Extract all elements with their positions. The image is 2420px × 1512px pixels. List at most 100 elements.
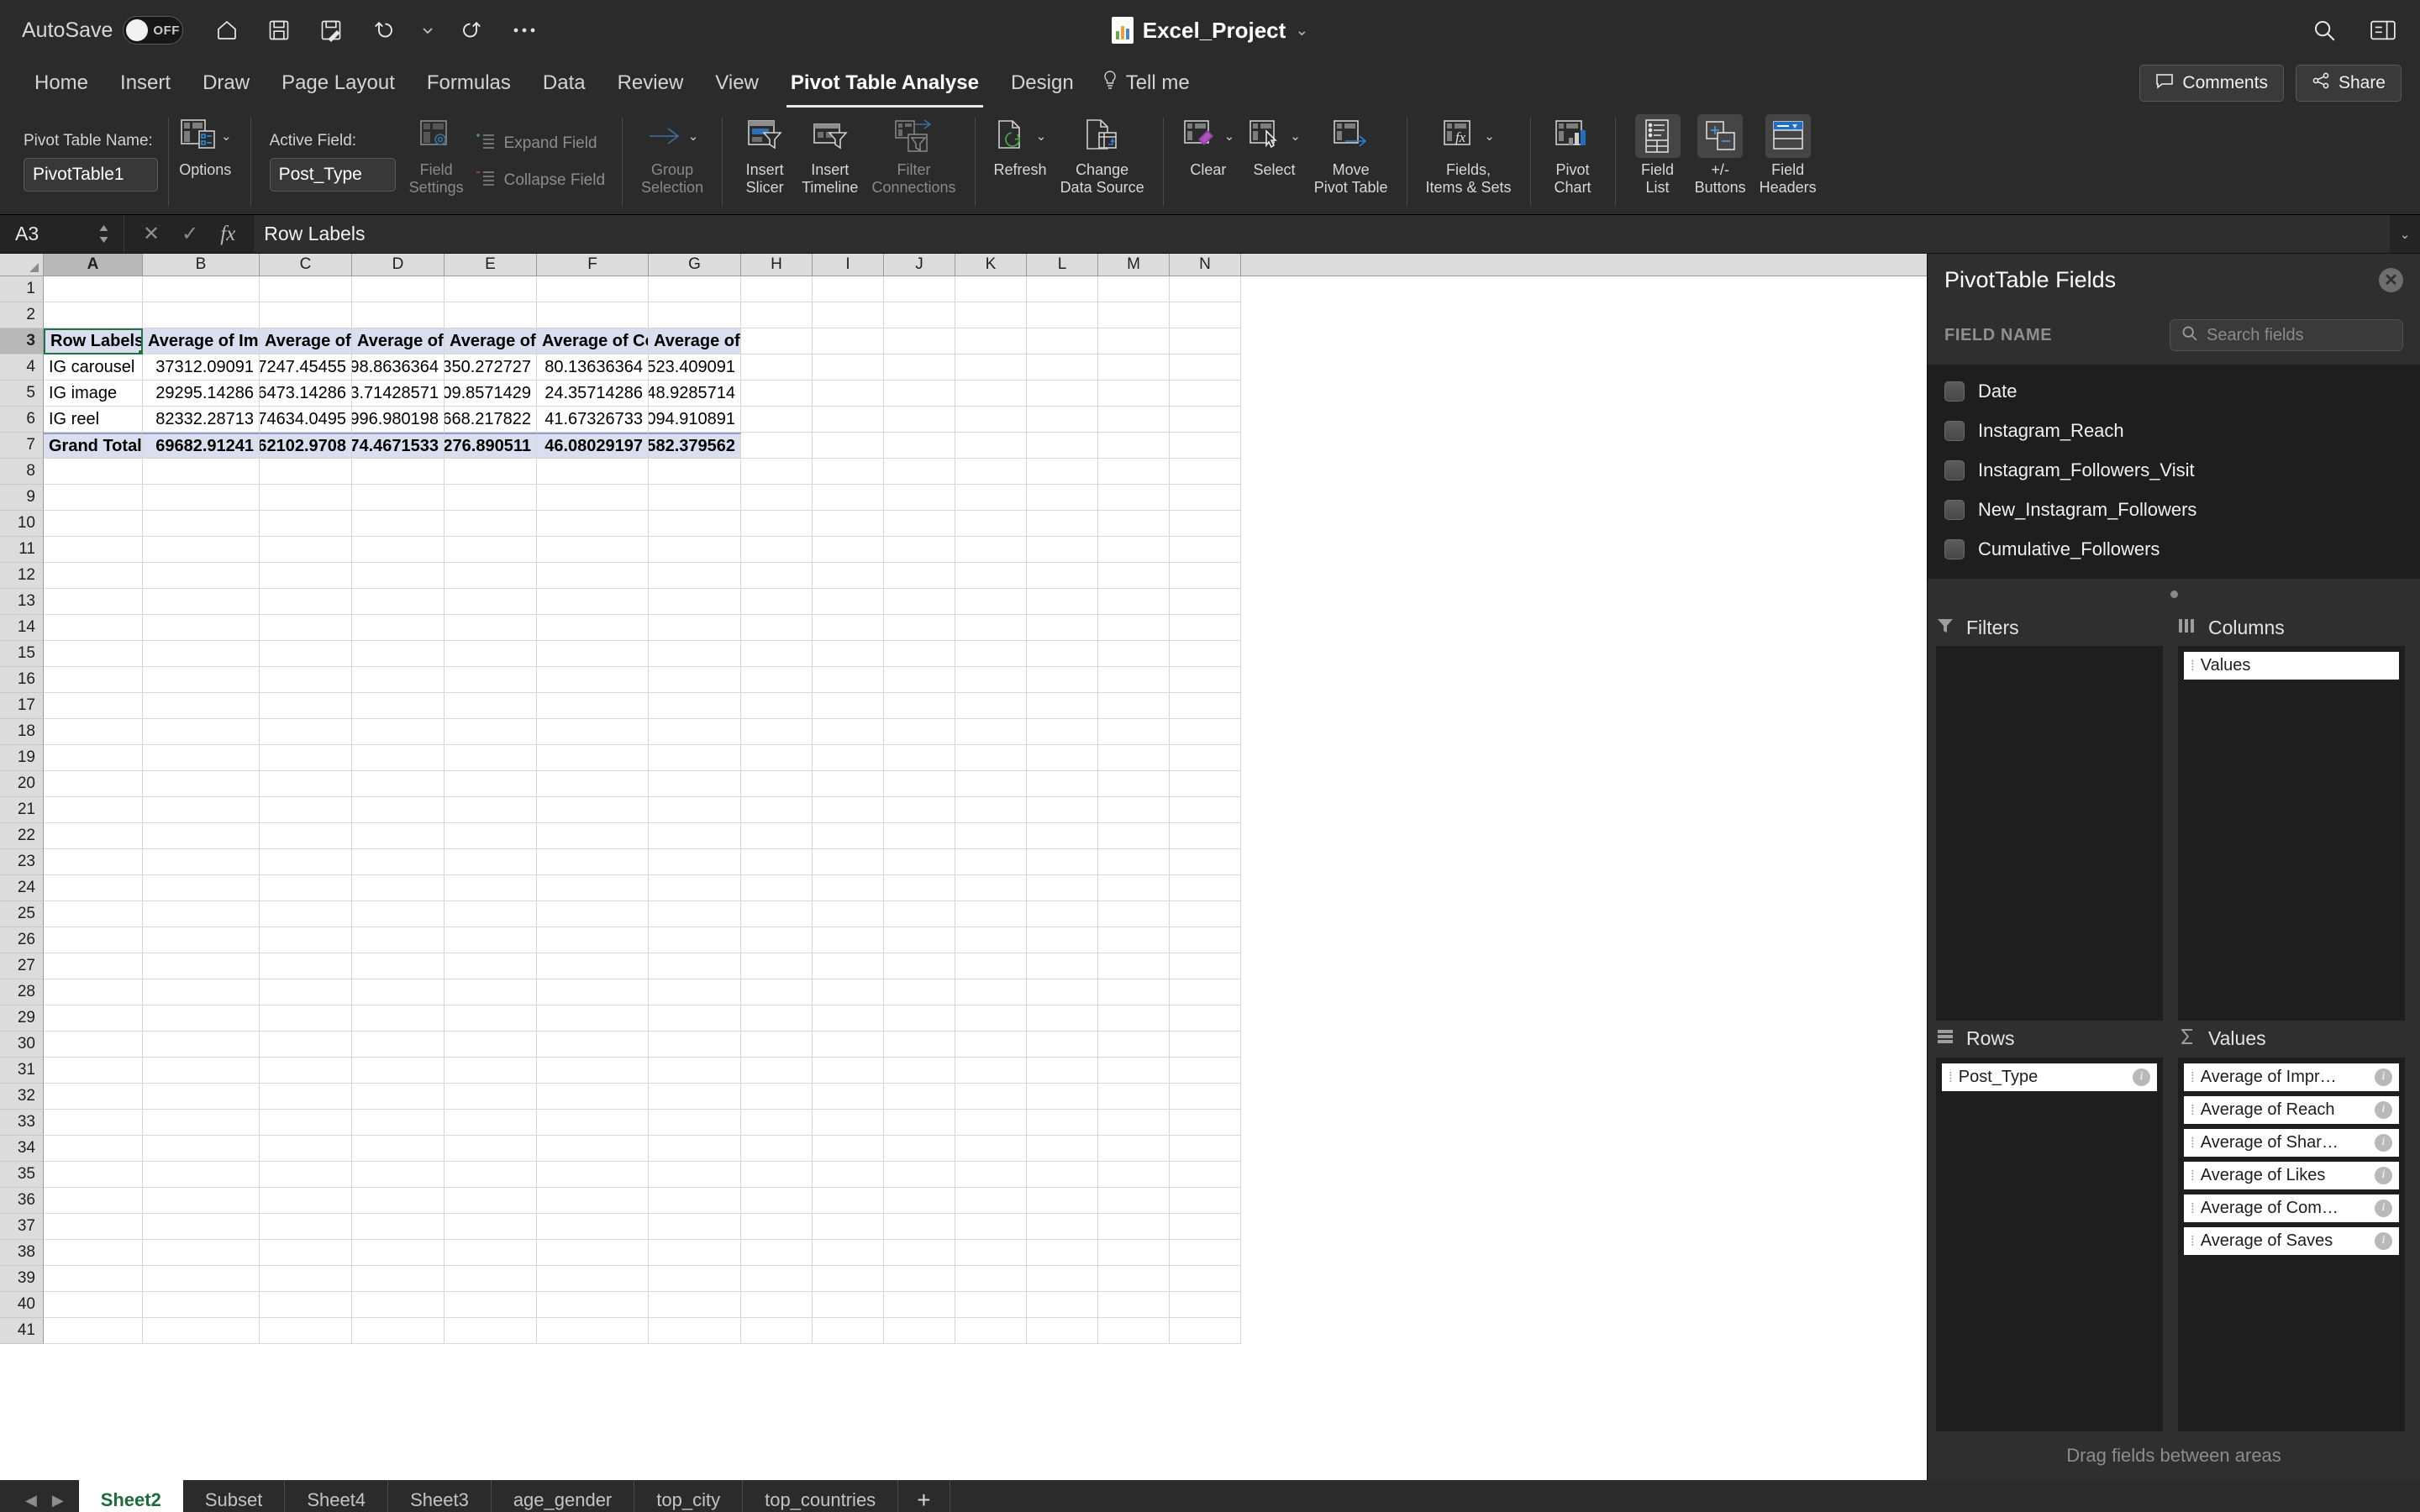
info-icon[interactable]: i [2375, 1133, 2392, 1152]
change-data-source-button[interactable]: Change Data Source [1054, 109, 1151, 214]
cell-G12[interactable] [649, 563, 741, 589]
cell-L31[interactable] [1027, 1058, 1098, 1084]
cell-F14[interactable] [537, 615, 649, 641]
cell-H11[interactable] [741, 537, 813, 563]
cell-N11[interactable] [1170, 537, 1241, 563]
cell-J32[interactable] [884, 1084, 955, 1110]
cell-D37[interactable] [352, 1214, 445, 1240]
cell-K29[interactable] [955, 1005, 1027, 1032]
cell-H30[interactable] [741, 1032, 813, 1058]
cell-J1[interactable] [884, 276, 955, 302]
cell-K11[interactable] [955, 537, 1027, 563]
cell-A13[interactable] [44, 589, 143, 615]
cell-H6[interactable] [741, 407, 813, 433]
cell-I36[interactable] [813, 1188, 884, 1214]
cell-L8[interactable] [1027, 459, 1098, 485]
cell-K33[interactable] [955, 1110, 1027, 1136]
row-header-5[interactable]: 5 [0, 381, 44, 407]
cell-F12[interactable] [537, 563, 649, 589]
cell-N19[interactable] [1170, 745, 1241, 771]
cell-C11[interactable] [260, 537, 352, 563]
cell-L25[interactable] [1027, 901, 1098, 927]
cell-F37[interactable] [537, 1214, 649, 1240]
tab-insert[interactable]: Insert [104, 66, 187, 100]
cell-B22[interactable] [143, 823, 260, 849]
info-icon[interactable]: i [2375, 1068, 2392, 1086]
cell-K1[interactable] [955, 276, 1027, 302]
info-icon[interactable]: i [2375, 1100, 2392, 1119]
cell-I41[interactable] [813, 1318, 884, 1344]
cell-F9[interactable] [537, 485, 649, 511]
cell-L30[interactable] [1027, 1032, 1098, 1058]
cell-C36[interactable] [260, 1188, 352, 1214]
cell-F2[interactable] [537, 302, 649, 328]
cell-L27[interactable] [1027, 953, 1098, 979]
cell-B8[interactable] [143, 459, 260, 485]
cell-F32[interactable] [537, 1084, 649, 1110]
cell-I31[interactable] [813, 1058, 884, 1084]
cell-C35[interactable] [260, 1162, 352, 1188]
row-header-18[interactable]: 18 [0, 719, 44, 745]
cell-L41[interactable] [1027, 1318, 1098, 1344]
cell-D8[interactable] [352, 459, 445, 485]
cell-H4[interactable] [741, 354, 813, 381]
cell-C25[interactable] [260, 901, 352, 927]
cell-L36[interactable] [1027, 1188, 1098, 1214]
cell-C8[interactable] [260, 459, 352, 485]
cell-E35[interactable] [445, 1162, 537, 1188]
cell-E23[interactable] [445, 849, 537, 875]
cell-G27[interactable] [649, 953, 741, 979]
cell-C29[interactable] [260, 1005, 352, 1032]
cell-L15[interactable] [1027, 641, 1098, 667]
cell-N3[interactable] [1170, 328, 1241, 354]
cell-H3[interactable] [741, 328, 813, 354]
checkbox-icon[interactable] [1944, 459, 1965, 480]
cell-F31[interactable] [537, 1058, 649, 1084]
cell-M7[interactable] [1098, 433, 1170, 459]
cell-G25[interactable] [649, 901, 741, 927]
cell-F24[interactable] [537, 875, 649, 901]
cell-E22[interactable] [445, 823, 537, 849]
cell-L20[interactable] [1027, 771, 1098, 797]
cell-H20[interactable] [741, 771, 813, 797]
row-header-35[interactable]: 35 [0, 1162, 44, 1188]
cell-N18[interactable] [1170, 719, 1241, 745]
row-header-21[interactable]: 21 [0, 797, 44, 823]
cell-D30[interactable] [352, 1032, 445, 1058]
cell-C17[interactable] [260, 693, 352, 719]
tab-pivot-table-analyse[interactable]: Pivot Table Analyse [775, 66, 995, 108]
cell-B6[interactable]: 82332.28713 [143, 407, 260, 433]
cell-B29[interactable] [143, 1005, 260, 1032]
field-item-date[interactable]: Date [1928, 371, 2420, 411]
cell-H36[interactable] [741, 1188, 813, 1214]
cell-A4[interactable]: IG carousel [44, 354, 143, 381]
cell-I24[interactable] [813, 875, 884, 901]
cell-B39[interactable] [143, 1266, 260, 1292]
options-button[interactable]: ⌄ Options [172, 109, 239, 214]
cell-M6[interactable] [1098, 407, 1170, 433]
cell-J10[interactable] [884, 511, 955, 537]
cell-A31[interactable] [44, 1058, 143, 1084]
cell-D29[interactable] [352, 1005, 445, 1032]
field-settings-button[interactable]: Field Settings [402, 109, 471, 214]
cell-A6[interactable]: IG reel [44, 407, 143, 433]
row-header-3[interactable]: 3 [0, 328, 44, 354]
sheet-tab-sheet2[interactable]: Sheet2 [78, 1480, 183, 1512]
cell-J12[interactable] [884, 563, 955, 589]
cell-D18[interactable] [352, 719, 445, 745]
cell-M8[interactable] [1098, 459, 1170, 485]
cell-J14[interactable] [884, 615, 955, 641]
cell-B35[interactable] [143, 1162, 260, 1188]
cell-F22[interactable] [537, 823, 649, 849]
cell-B11[interactable] [143, 537, 260, 563]
cell-M2[interactable] [1098, 302, 1170, 328]
cell-G24[interactable] [649, 875, 741, 901]
cell-K25[interactable] [955, 901, 1027, 927]
cell-G31[interactable] [649, 1058, 741, 1084]
cell-K40[interactable] [955, 1292, 1027, 1318]
insert-slicer-button[interactable]: Insert Slicer [734, 109, 795, 214]
cell-D4[interactable]: 198.8636364 [352, 354, 445, 381]
sheet-tab-age_gender[interactable]: age_gender [492, 1480, 635, 1512]
cell-J20[interactable] [884, 771, 955, 797]
cell-J23[interactable] [884, 849, 955, 875]
